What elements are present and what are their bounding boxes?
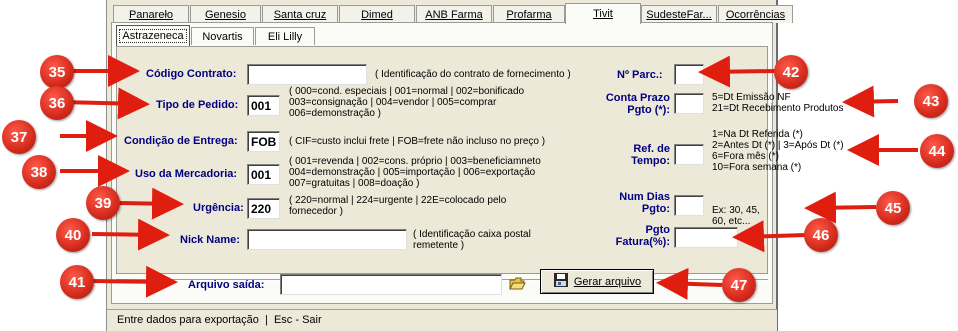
- marker-41: 41: [60, 265, 94, 299]
- marker-46: 46: [804, 218, 838, 252]
- marker-45: 45: [876, 191, 910, 225]
- arrow-46: [732, 220, 807, 253]
- arrow-40: [91, 218, 170, 251]
- marker-39: 39: [86, 186, 120, 220]
- arrow-39: [117, 187, 184, 220]
- arrow-41: [91, 265, 178, 298]
- arrow-42: [698, 55, 777, 88]
- marker-42: 42: [774, 55, 808, 89]
- marker-38: 38: [22, 155, 56, 189]
- annotation-arrows: [59, 55, 918, 300]
- arrow-45: [804, 191, 877, 224]
- arrow-43: [842, 85, 899, 118]
- marker-47: 47: [722, 268, 756, 302]
- marker-43: 43: [914, 84, 948, 118]
- marker-36: 36: [40, 86, 74, 120]
- marker-44: 44: [920, 134, 954, 168]
- marker-35: 35: [40, 55, 74, 89]
- arrow-47: [656, 267, 723, 300]
- marker-37: 37: [2, 120, 36, 154]
- marker-40: 40: [56, 218, 90, 252]
